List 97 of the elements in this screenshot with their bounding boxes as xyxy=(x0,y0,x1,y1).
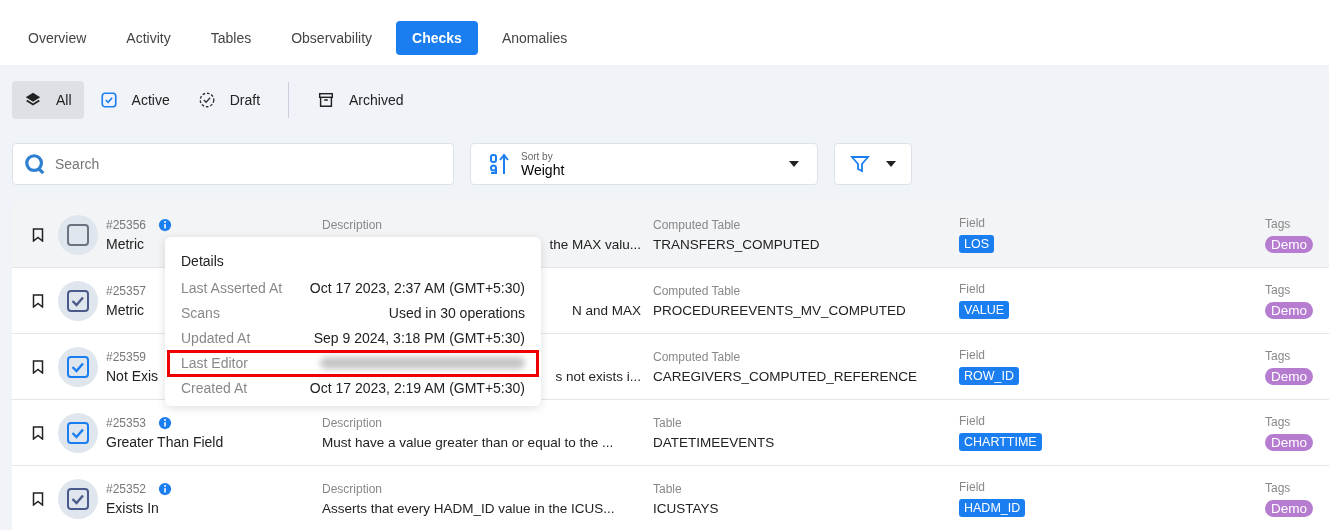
info-icon[interactable] xyxy=(158,415,173,430)
check-id: #25356 xyxy=(106,217,147,232)
check-id: #25353 xyxy=(106,415,147,430)
description-text: N and MAX xyxy=(571,302,642,318)
info-icon[interactable] xyxy=(158,217,173,232)
table-name: CAREGIVERS_COMPUTED_REFERENCE xyxy=(653,368,918,384)
field-label: Field xyxy=(959,414,985,429)
tab[interactable]: Observability xyxy=(275,21,389,55)
detail-value: Oct 17 2023, 2:37 AM (GMT+5:30) xyxy=(309,279,525,296)
check-id: #25352 xyxy=(106,481,147,496)
description-label: Description xyxy=(322,415,383,431)
check-name: Not Exis xyxy=(106,367,159,384)
tags-label: Tags xyxy=(1265,348,1291,364)
check-row[interactable]: #25352 Exists In Description Asserts that every HADM_ID value in the ICUS... Table ICUSTAYS Field HADM_ID Tags Demo xyxy=(12,466,1329,530)
check-name: Metric xyxy=(106,301,145,318)
check-id: #25357 xyxy=(106,283,147,298)
tab[interactable]: Anomalies xyxy=(485,21,584,55)
icon-background xyxy=(58,346,98,387)
tag-chip: Demo xyxy=(1265,367,1313,385)
detail-label: Last Asserted At xyxy=(181,279,283,296)
icon-background xyxy=(58,412,98,453)
description-text: s not exists i... xyxy=(555,368,642,384)
field-label: Field xyxy=(959,480,985,495)
detail-value: Used in 30 operations xyxy=(388,304,525,321)
status-filter[interactable]: All xyxy=(12,81,84,119)
table-label: Table xyxy=(653,481,682,497)
table-label: Computed Table xyxy=(653,349,741,365)
checkbox-icon[interactable] xyxy=(67,289,89,312)
table-name: PROCEDUREEVENTS_MV_COMPUTED xyxy=(653,302,906,318)
checkbox-icon[interactable] xyxy=(67,223,89,246)
filter-icon xyxy=(850,154,870,174)
tags-label: Tags xyxy=(1265,414,1291,430)
check-name: Metric xyxy=(106,235,145,252)
tags-label: Tags xyxy=(1265,216,1291,232)
search-field[interactable]: Search xyxy=(12,143,454,185)
tab[interactable]: Tables xyxy=(194,21,268,55)
dashed-check-icon xyxy=(197,91,216,109)
table-name: DATETIMEEVENTS xyxy=(653,434,775,450)
field-chip: CHARTTIME xyxy=(959,433,1042,451)
field-label: Field xyxy=(959,282,985,297)
field-chip: HADM_ID xyxy=(959,499,1026,517)
tag-chip: Demo xyxy=(1265,433,1313,451)
check-id: #25359 xyxy=(106,349,147,364)
tab[interactable]: Checks xyxy=(396,21,478,55)
detail-value: Oct 17 2023, 2:19 AM (GMT+5:30) xyxy=(309,379,525,396)
check-name: Greater Than Field xyxy=(106,433,224,450)
tag-chip: Demo xyxy=(1265,499,1313,517)
caret-icon xyxy=(789,161,799,167)
checkbox-icon[interactable] xyxy=(67,355,89,378)
description-label: Description xyxy=(322,481,383,497)
table-label: Computed Table xyxy=(653,217,741,233)
description-label: Description xyxy=(322,217,383,233)
field-chip: LOS xyxy=(959,235,994,253)
icon-background xyxy=(58,280,98,321)
popover-title: Details xyxy=(181,253,225,269)
detail-label: Last Editor xyxy=(181,354,248,371)
status-filter[interactable]: Active xyxy=(87,81,182,119)
status-filter[interactable]: Archived xyxy=(305,81,416,119)
bookmark-icon[interactable] xyxy=(32,359,44,374)
description-text: the MAX valu... xyxy=(549,236,642,252)
table-name: ICUSTAYS xyxy=(653,500,719,516)
bookmark-icon[interactable] xyxy=(32,491,44,506)
tags-label: Tags xyxy=(1265,480,1291,496)
check-row[interactable]: #25353 Greater Than Field Description Must have a value greater than or equal to the ... Table DATETIMEEVENTS Field CHARTTIME Tags Demo xyxy=(12,400,1329,466)
field-chip: ROW_ID xyxy=(959,367,1019,385)
checkbox-icon xyxy=(99,91,118,109)
table-label: Computed Table xyxy=(653,283,741,299)
tag-chip: Demo xyxy=(1265,235,1313,253)
icon-background xyxy=(58,214,98,255)
bookmark-icon[interactable] xyxy=(32,293,44,308)
filter-button[interactable] xyxy=(834,143,912,185)
tab[interactable]: Overview xyxy=(12,21,103,55)
tag-chip: Demo xyxy=(1265,301,1313,319)
tab[interactable]: Activity xyxy=(110,21,187,55)
detail-label: Created At xyxy=(181,379,248,396)
search-icon xyxy=(24,153,46,175)
bookmark-icon[interactable] xyxy=(32,227,44,242)
info-icon[interactable] xyxy=(158,481,173,496)
field-label: Field xyxy=(959,216,985,231)
description-text: Must have a value greater than or equal to the ... xyxy=(322,434,614,450)
table-name: TRANSFERS_COMPUTED xyxy=(653,236,820,252)
detail-label: Scans xyxy=(181,304,220,321)
archive-icon xyxy=(317,91,336,109)
bookmark-icon[interactable] xyxy=(32,425,44,440)
checkbox-icon[interactable] xyxy=(67,421,89,444)
description-text: Asserts that every HADM_ID value in the ICUS... xyxy=(322,500,615,516)
field-label: Field xyxy=(959,348,985,363)
table-label: Table xyxy=(653,415,682,431)
sort-icon xyxy=(489,153,509,175)
checkbox-icon[interactable] xyxy=(67,487,89,510)
caret-icon xyxy=(886,161,896,167)
check-name: Exists In xyxy=(106,499,159,516)
icon-background xyxy=(58,478,98,519)
tags-label: Tags xyxy=(1265,282,1291,298)
status-filter[interactable]: Draft xyxy=(185,81,273,119)
sort-dropdown[interactable]: Sort by Weight xyxy=(470,143,818,185)
field-chip: VALUE xyxy=(959,301,1010,319)
